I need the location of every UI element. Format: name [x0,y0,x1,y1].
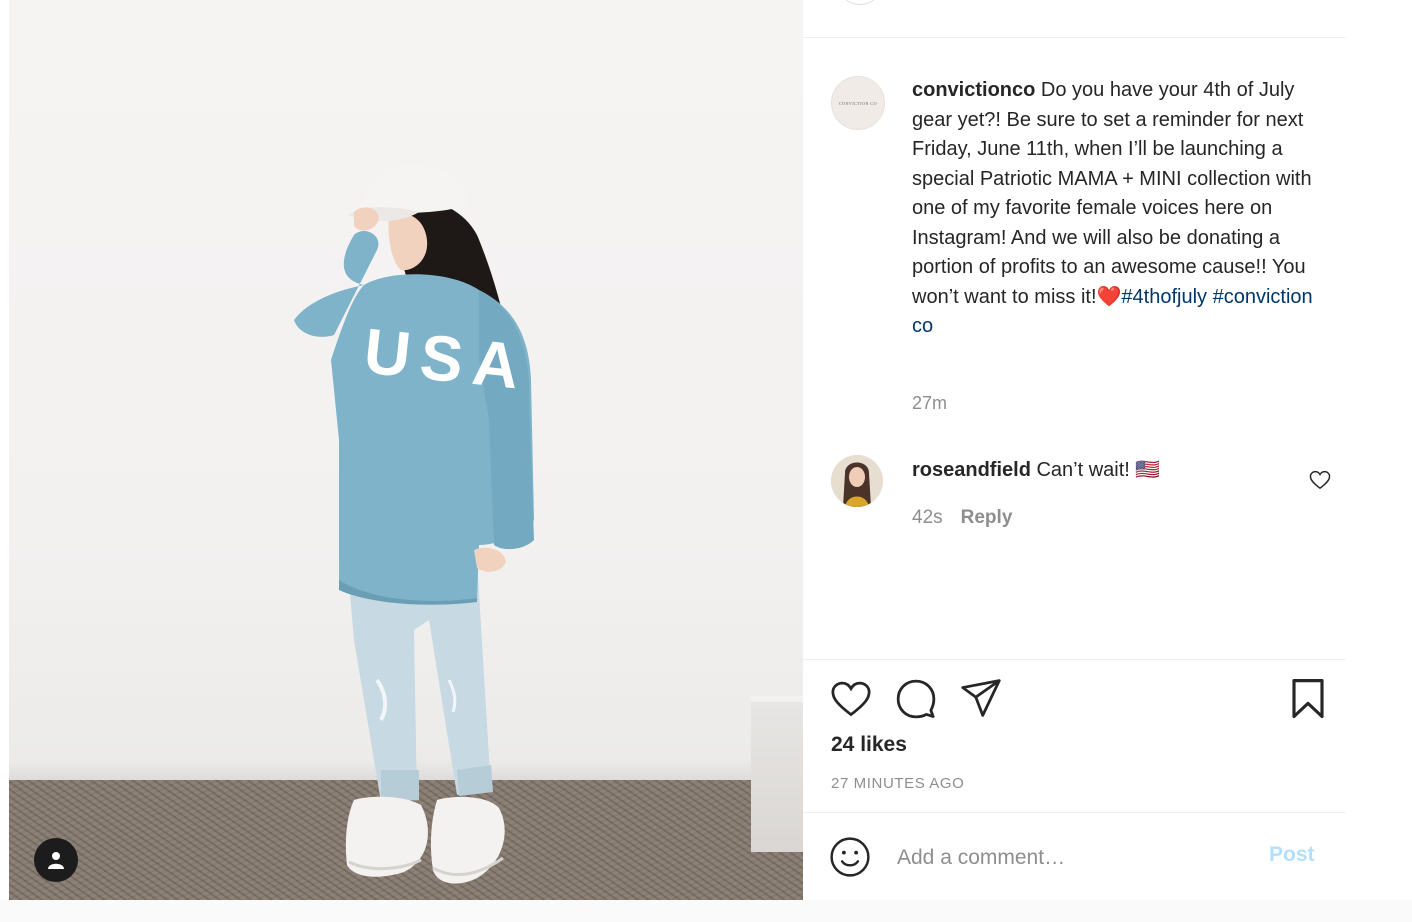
header-avatar[interactable] [839,0,881,5]
caption-text: Do you have your 4th of July gear yet?! … [912,79,1312,308]
share-icon[interactable] [960,678,1002,718]
comment: roseandfield Can’t wait! 🇺🇸 [912,456,1160,484]
page-bottom-strip [0,900,1412,922]
post-timestamp[interactable]: 27m [912,393,947,414]
bookmark-icon[interactable] [1289,678,1327,720]
emoji-icon[interactable] [829,836,871,878]
user-tag-button[interactable] [34,838,78,882]
reply-button[interactable]: Reply [961,507,1013,529]
user-tag-icon [48,852,64,869]
likes-count[interactable]: 24 likes [831,733,907,757]
commenter-avatar[interactable] [831,455,883,507]
post-time-ago[interactable]: 27 MINUTES AGO [831,775,964,792]
comment-meta: 42s Reply [912,507,1012,529]
post-photo[interactable]: USA [9,0,803,900]
comment-icon[interactable] [895,678,937,720]
comment-body: Can’t wait! 🇺🇸 [1036,459,1161,481]
post-comment-button[interactable]: Post [1269,843,1315,867]
comment-heart-icon[interactable] [1309,470,1331,490]
commenter-photo [831,455,883,507]
comment-divider [803,812,1346,813]
comment-time[interactable]: 42s [912,507,943,529]
post-caption: convictionco Do you have your 4th of Jul… [912,76,1322,342]
post-side-panel: CONVICTION CO convictionco Do you have y… [803,0,1346,900]
add-comment-input[interactable] [895,837,1239,879]
caption-username[interactable]: convictionco [912,79,1035,101]
actions-divider [803,659,1346,660]
hashtag-link[interactable]: #4thofjuly [1121,286,1207,308]
heart-emoji: ❤️ [1096,285,1122,308]
heart-icon[interactable] [830,680,872,718]
person-illustration [294,164,534,884]
avatar-logo-text: CONVICTION CO [839,100,877,106]
post-author-avatar[interactable]: CONVICTION CO [831,76,885,130]
comment-username[interactable]: roseandfield [912,459,1031,481]
header-divider [803,37,1346,38]
